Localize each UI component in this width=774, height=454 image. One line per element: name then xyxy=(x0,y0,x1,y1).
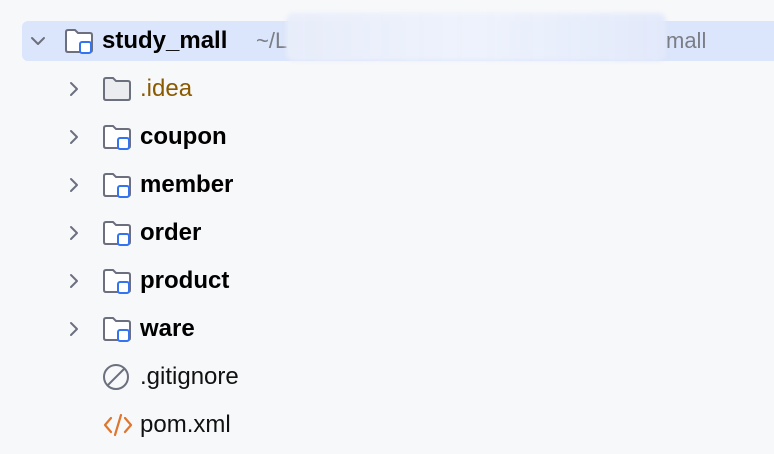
redaction-blur xyxy=(286,13,666,61)
tree-row-coupon[interactable]: coupon xyxy=(0,117,774,157)
tree-row-ware[interactable]: ware xyxy=(0,309,774,349)
tree-row-root[interactable]: study_mall ~/L mall xyxy=(0,13,774,61)
tree-label: ware xyxy=(140,315,195,342)
tree-label-root: study_mall xyxy=(102,27,228,54)
folder-icon xyxy=(103,77,131,101)
tree-row-idea[interactable]: .idea xyxy=(0,69,774,109)
chevron-right-icon[interactable] xyxy=(64,79,84,99)
chevron-right-icon[interactable] xyxy=(64,271,84,291)
tree-row-gitignore[interactable]: .gitignore xyxy=(0,357,774,397)
tree-label: coupon xyxy=(140,123,227,150)
ignore-file-icon xyxy=(103,364,129,390)
tree-row-product[interactable]: product xyxy=(0,261,774,301)
tree-label: product xyxy=(140,267,230,294)
project-tree: study_mall ~/L mall .idea coupon member … xyxy=(0,0,774,454)
xml-file-icon xyxy=(103,413,133,437)
chevron-right-icon[interactable] xyxy=(64,175,84,195)
module-folder-icon xyxy=(103,269,131,294)
module-folder-icon xyxy=(103,173,131,198)
chevron-right-icon[interactable] xyxy=(64,319,84,339)
chevron-right-icon[interactable] xyxy=(64,223,84,243)
tree-label: pom.xml xyxy=(140,411,231,438)
module-folder-icon xyxy=(103,125,131,150)
tree-label: order xyxy=(140,219,202,246)
module-folder-icon xyxy=(103,317,131,342)
chevron-down-icon[interactable] xyxy=(28,31,48,51)
chevron-right-icon[interactable] xyxy=(64,127,84,147)
module-folder-icon xyxy=(103,221,131,246)
tree-label: member xyxy=(140,171,234,198)
tree-row-pom[interactable]: pom.xml xyxy=(0,405,774,445)
module-folder-icon xyxy=(65,29,93,54)
root-path-suffix: mall xyxy=(666,28,707,53)
tree-row-member[interactable]: member xyxy=(0,165,774,205)
tree-label: .gitignore xyxy=(140,363,239,390)
tree-label: .idea xyxy=(140,75,193,102)
root-path-prefix: ~/L xyxy=(256,28,288,53)
tree-row-order[interactable]: order xyxy=(0,213,774,253)
